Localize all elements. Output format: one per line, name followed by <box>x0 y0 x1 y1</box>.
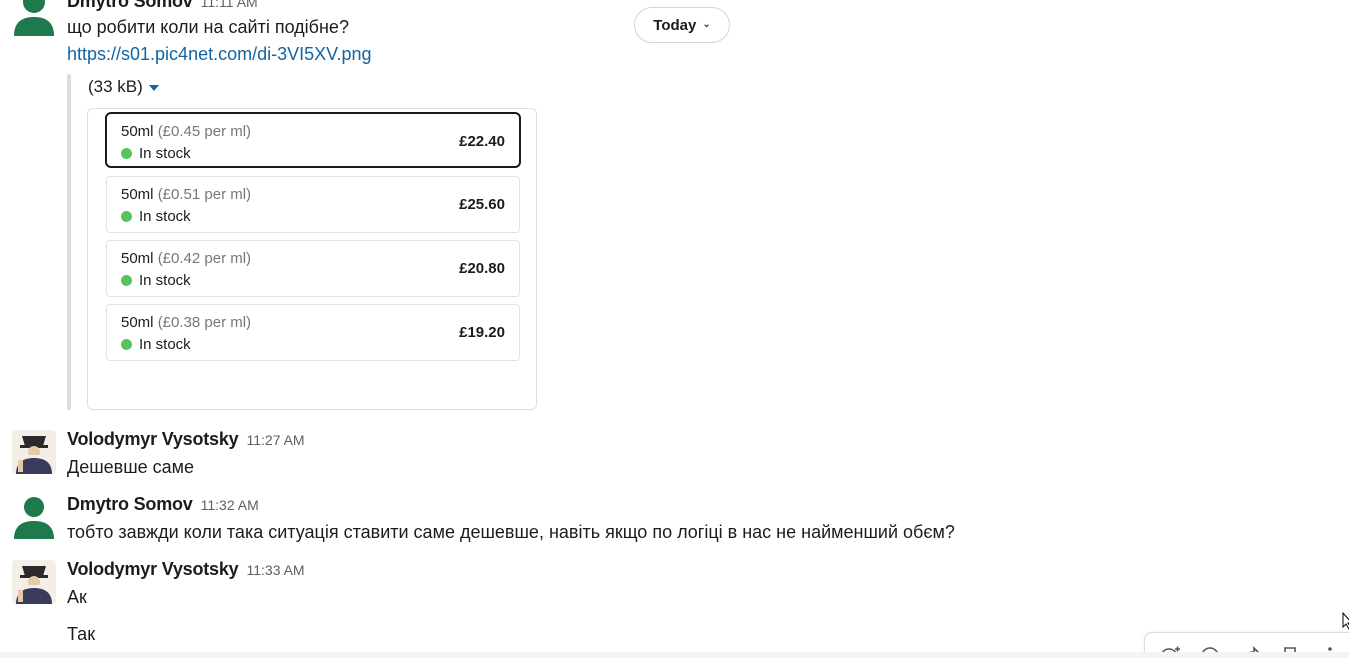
option-stock: In stock <box>139 145 191 162</box>
product-option: 50ml (£0.42 per ml) In stock £20.80 <box>106 240 520 297</box>
message-text: Ак <box>67 587 87 607</box>
in-stock-dot-icon <box>121 275 132 286</box>
option-per-ml: (£0.38 per ml) <box>157 314 252 331</box>
timestamp[interactable]: 11:11 AM <box>201 0 258 10</box>
option-price: £25.60 <box>459 196 505 213</box>
avatar[interactable] <box>12 430 56 474</box>
author-name[interactable]: Volodymyr Vysotsky 11:27 AM <box>67 429 305 450</box>
message-text: що робити коли на сайті подібне? <box>67 17 349 37</box>
author-name-text[interactable]: Dmytro Somov <box>67 494 193 514</box>
message-text: Так <box>67 624 96 644</box>
author-name[interactable]: Dmytro Somov 11:11 AM <box>67 0 258 12</box>
author-name-text[interactable]: Volodymyr Vysotsky <box>67 559 239 579</box>
message-link-line: https://s01.pic4net.com/di-3VI5XV.png <box>67 44 372 65</box>
timestamp[interactable]: 11:33 AM <box>246 562 304 578</box>
attachment-size-label: (33 kB) <box>88 77 143 96</box>
image-preview[interactable]: 50ml (£0.45 per ml) In stock £22.40 50ml… <box>87 108 537 410</box>
option-price: £22.40 <box>459 133 505 150</box>
option-per-ml: (£0.42 per ml) <box>157 250 252 267</box>
product-option: 50ml (£0.45 per ml) In stock £22.40 <box>105 112 521 168</box>
timestamp[interactable]: 11:27 AM <box>246 432 304 448</box>
option-stock: In stock <box>139 208 191 225</box>
author-name-text[interactable]: Dmytro Somov <box>67 0 193 11</box>
option-size: 50ml <box>121 314 154 331</box>
avatar[interactable] <box>12 495 56 539</box>
product-option: 50ml (£0.51 per ml) In stock £25.60 <box>106 176 520 233</box>
timestamp[interactable]: 11:32 AM <box>201 497 259 513</box>
message-text: тобто завжди коли така ситуація ставити … <box>67 522 955 542</box>
date-divider-label: Today <box>653 16 697 34</box>
option-per-ml: (£0.51 per ml) <box>157 186 252 203</box>
date-divider-button[interactable]: Today ⌄ <box>634 7 730 43</box>
author-name-text[interactable]: Volodymyr Vysotsky <box>67 429 239 449</box>
avatar[interactable] <box>12 560 56 604</box>
option-price: £19.20 <box>459 324 505 341</box>
option-size: 50ml <box>121 186 154 203</box>
product-option: 50ml (£0.38 per ml) In stock £19.20 <box>106 304 520 361</box>
option-price: £20.80 <box>459 260 505 277</box>
author-name[interactable]: Volodymyr Vysotsky 11:33 AM <box>67 559 305 580</box>
option-size: 50ml <box>121 250 154 267</box>
message-item: Dmytro Somov 11:32 AM тобто завжди коли т… <box>0 493 1349 549</box>
message-item: Volodymyr Vysotsky 11:27 AM Дешевше саме <box>0 428 1349 484</box>
image-link[interactable]: https://s01.pic4net.com/di-3VI5XV.png <box>67 44 372 64</box>
mouse-cursor-icon <box>1342 612 1349 630</box>
author-name[interactable]: Dmytro Somov 11:32 AM <box>67 494 259 515</box>
composer-edge <box>0 652 1349 658</box>
message-text: Дешевше саме <box>67 457 195 477</box>
chevron-down-icon: ⌄ <box>702 18 711 30</box>
message-item: Dmytro Somov 11:11 AM що робити коли на с… <box>0 0 1349 415</box>
caret-down-icon[interactable] <box>148 85 159 91</box>
in-stock-dot-icon <box>121 211 132 222</box>
in-stock-dot-icon <box>121 148 132 159</box>
option-size: 50ml <box>121 123 154 140</box>
attachment-size-toggle[interactable]: (33 kB) <box>88 77 159 97</box>
option-per-ml: (£0.45 per ml) <box>157 123 252 140</box>
option-stock: In stock <box>139 272 191 289</box>
avatar[interactable] <box>12 0 56 36</box>
option-stock: In stock <box>139 336 191 353</box>
in-stock-dot-icon <box>121 339 132 350</box>
attachment-border <box>67 74 71 410</box>
